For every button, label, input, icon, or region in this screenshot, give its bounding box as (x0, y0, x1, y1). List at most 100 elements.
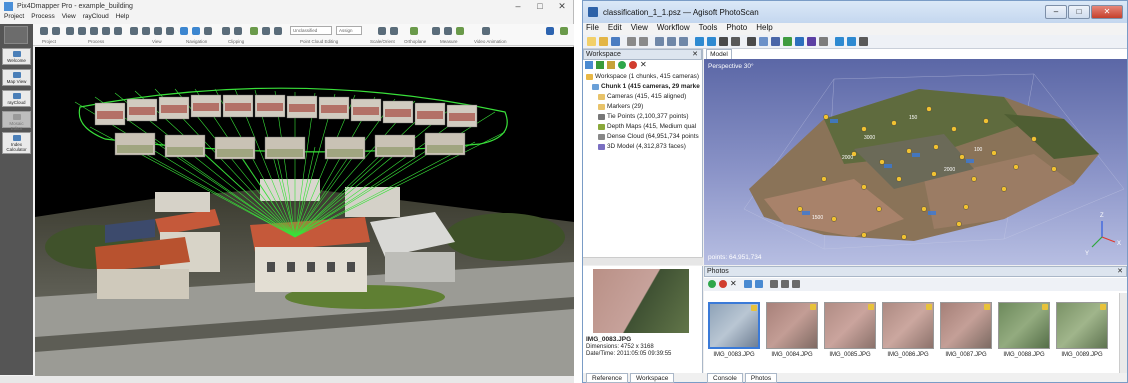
tab-photos[interactable]: Photos (744, 373, 778, 383)
select-circle-icon[interactable] (667, 37, 676, 46)
navigation-icon[interactable] (204, 27, 212, 35)
user-icon[interactable] (546, 27, 554, 35)
sidebar-item-index-calculator[interactable]: Index Calculator (2, 132, 31, 154)
menu-view[interactable]: View (631, 23, 648, 35)
save-icon[interactable] (611, 37, 620, 46)
wireframe-icon[interactable] (807, 37, 816, 46)
add-photos-icon[interactable] (596, 61, 604, 69)
select-icon[interactable] (274, 27, 282, 35)
tree-item[interactable]: 3D Model (4,312,873 faces) (586, 143, 700, 150)
add-chunk-icon[interactable] (585, 61, 593, 69)
photo-thumbnail[interactable] (998, 302, 1050, 349)
tree-item[interactable]: Workspace (1 chunks, 415 cameras) (586, 73, 700, 80)
close-button[interactable]: ✕ (1091, 5, 1123, 19)
menu-process[interactable]: Process (31, 13, 54, 23)
enable-icon[interactable] (618, 61, 626, 69)
measure-icon[interactable] (444, 27, 452, 35)
process-icon[interactable] (66, 27, 74, 35)
photos-scrollbar[interactable] (1119, 293, 1127, 373)
process-step-icon[interactable] (114, 27, 122, 35)
tree-item[interactable]: Depth Maps (415, Medium qual (586, 123, 700, 130)
undo-icon[interactable] (627, 37, 636, 46)
photo-thumbnail[interactable] (940, 302, 992, 349)
photo-thumbnail[interactable] (824, 302, 876, 349)
open-icon[interactable] (599, 37, 608, 46)
show-markers-icon[interactable] (847, 37, 856, 46)
delete-selection-icon[interactable] (731, 37, 740, 46)
menu-photo[interactable]: Photo (726, 23, 747, 35)
tree-item[interactable]: Tie Points (2,100,377 points) (586, 113, 700, 120)
close-button[interactable]: ✕ (551, 1, 573, 12)
disable-icon[interactable] (629, 61, 637, 69)
process-step-icon[interactable] (102, 27, 110, 35)
menu-workflow[interactable]: Workflow (657, 23, 690, 35)
tab-workspace[interactable]: Workspace (630, 373, 675, 383)
remove-camera-icon[interactable]: ✕ (730, 280, 738, 288)
zoom-fit-icon[interactable] (154, 27, 162, 35)
class-select[interactable]: Unclassified (290, 26, 332, 35)
raycloud-3d-view[interactable] (35, 47, 574, 376)
menu-help[interactable]: Help (756, 23, 772, 35)
view-mode-icon[interactable] (792, 280, 800, 288)
menu-raycloud[interactable]: rayCloud (83, 13, 109, 23)
details-icon[interactable] (781, 280, 789, 288)
select-rect-icon[interactable] (655, 37, 664, 46)
sidebar-item-map-view[interactable]: Map View (2, 69, 31, 86)
photo-thumbnail[interactable] (766, 302, 818, 349)
select-icon[interactable] (262, 27, 270, 35)
rotate-left-icon[interactable] (744, 280, 752, 288)
scale-orient-icon[interactable] (390, 27, 398, 35)
disable-camera-icon[interactable] (719, 280, 727, 288)
redo-icon[interactable] (639, 37, 648, 46)
menu-view[interactable]: View (62, 13, 76, 23)
close-pane-icon[interactable]: ✕ (692, 50, 698, 59)
menu-project[interactable]: Project (4, 13, 24, 23)
sidebar-item-mosaic-editor[interactable]: Mosaic Editor (2, 111, 31, 131)
tab-console[interactable]: Console (707, 373, 743, 383)
sidebar-item-raycloud[interactable]: rayCloud (2, 90, 31, 107)
navigation-icon[interactable] (180, 27, 188, 35)
clipping-icon[interactable] (234, 27, 242, 35)
orthoplane-icon[interactable] (410, 27, 418, 35)
minimize-button[interactable]: – (507, 1, 529, 12)
scale-orient-icon[interactable] (378, 27, 386, 35)
shaded-icon[interactable] (783, 37, 792, 46)
textured-icon[interactable] (819, 37, 828, 46)
help-icon[interactable] (560, 27, 568, 35)
dense-cloud-icon[interactable] (771, 37, 780, 46)
measure-icon[interactable] (432, 27, 440, 35)
add-folder-icon[interactable] (607, 61, 615, 69)
tree-item[interactable]: Chunk 1 (415 cameras, 29 markers (586, 83, 700, 90)
tab-model[interactable]: Model (706, 49, 732, 59)
solid-icon[interactable] (795, 37, 804, 46)
open-project-icon[interactable] (52, 27, 60, 35)
menu-help[interactable]: Help (116, 13, 129, 23)
menu-edit[interactable]: Edit (608, 23, 622, 35)
measure-icon[interactable] (456, 27, 464, 35)
view-icon[interactable] (166, 27, 174, 35)
new-icon[interactable] (587, 37, 596, 46)
menu-file[interactable]: File (586, 23, 599, 35)
tree-item[interactable]: Dense Cloud (64,951,734 points (586, 133, 700, 140)
process-step-icon[interactable] (90, 27, 98, 35)
rotate-icon[interactable] (707, 37, 716, 46)
minimize-button[interactable]: – (1045, 5, 1067, 19)
model-3d-view[interactable]: Perspective 30° 150 3000 2000 2000 1500 … (704, 59, 1127, 265)
new-project-icon[interactable] (40, 27, 48, 35)
navigation-icon[interactable] (695, 37, 704, 46)
zoom-out-icon[interactable] (142, 27, 150, 35)
photo-thumbnail[interactable] (882, 302, 934, 349)
clipping-icon[interactable] (222, 27, 230, 35)
workspace-scrollbar[interactable] (583, 257, 703, 265)
show-cameras-icon[interactable] (835, 37, 844, 46)
photo-thumbnail[interactable] (1056, 302, 1108, 349)
menu-tools[interactable]: Tools (699, 23, 718, 35)
process-step-icon[interactable] (78, 27, 86, 35)
rotate-right-icon[interactable] (755, 280, 763, 288)
enable-camera-icon[interactable] (708, 280, 716, 288)
navigation-icon[interactable] (192, 27, 200, 35)
select-free-icon[interactable] (679, 37, 688, 46)
video-animation-icon[interactable] (482, 27, 490, 35)
photo-thumbnail[interactable] (708, 302, 760, 349)
points-icon[interactable] (759, 37, 768, 46)
